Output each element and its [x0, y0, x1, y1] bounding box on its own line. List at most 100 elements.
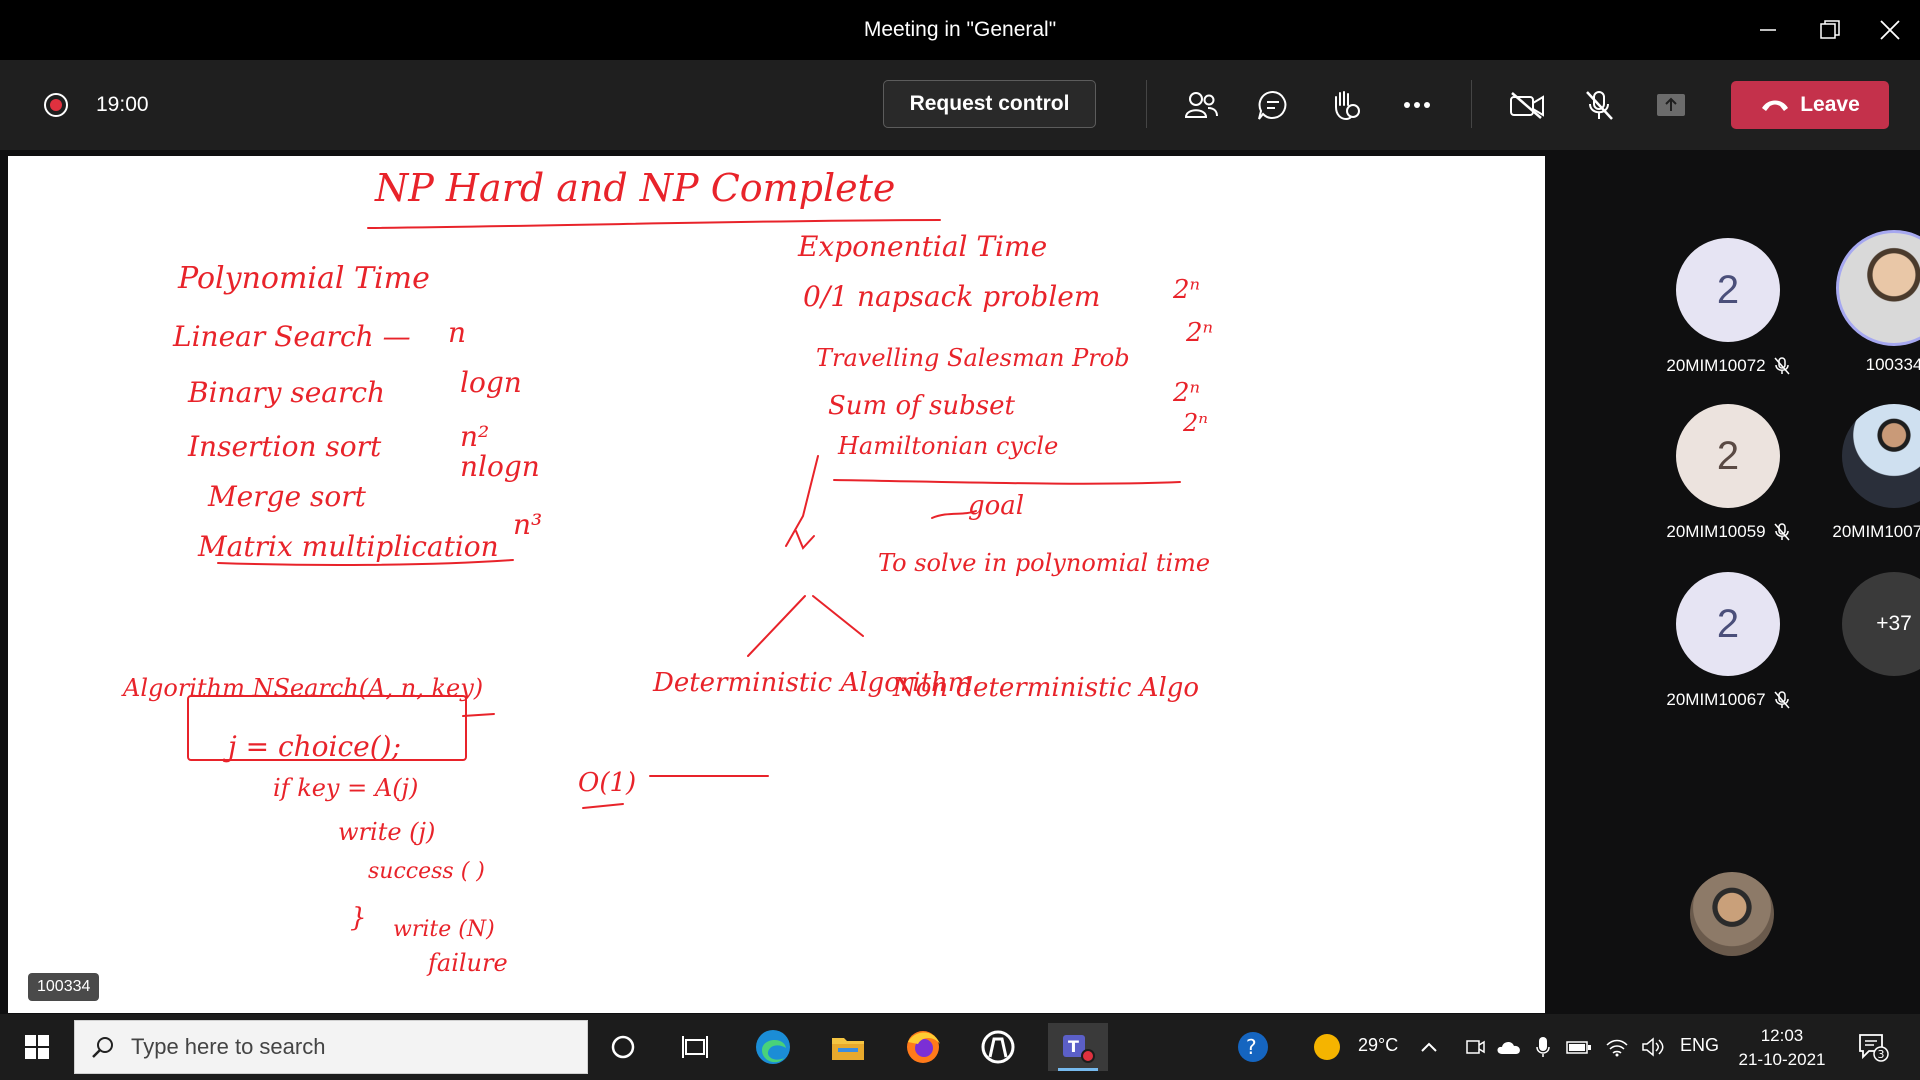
participant-tile[interactable]: 100334 — [1814, 230, 1920, 375]
exp-title: Exponential Time — [797, 230, 1047, 263]
notification-icon: 3 — [1859, 1034, 1889, 1062]
clock-time: 12:03 — [1760, 1026, 1804, 1045]
mic-off-icon — [1774, 691, 1790, 709]
poly-algo: Merge sort — [207, 480, 367, 513]
recording-icon — [44, 93, 68, 117]
tray-wifi[interactable] — [1600, 1023, 1634, 1071]
notification-count: 3 — [1878, 1048, 1885, 1061]
avatar: 2 — [1676, 572, 1780, 676]
file-explorer-icon — [832, 1038, 864, 1060]
edge-icon — [756, 1030, 790, 1064]
camera-off-icon — [1510, 92, 1544, 119]
show-hidden-icons-button[interactable] — [1414, 1023, 1444, 1071]
toolbar-divider — [1471, 80, 1472, 128]
app-icon — [981, 1030, 1015, 1064]
taskbar-edge[interactable] — [748, 1023, 798, 1071]
mic-off-icon — [1586, 91, 1613, 120]
share-tray-icon — [1657, 94, 1685, 116]
choice-line: j = choice(); — [222, 730, 401, 763]
volume-icon — [1642, 1037, 1664, 1057]
exp-algo: Travelling Salesman Prob — [816, 344, 1130, 372]
taskbar-file-explorer[interactable] — [823, 1023, 873, 1071]
clock-date: 21-10-2021 — [1738, 1050, 1826, 1069]
svg-text:T: T — [1068, 1037, 1079, 1056]
input-language[interactable]: ENG — [1680, 1035, 1719, 1056]
share-tray-button[interactable] — [1648, 82, 1694, 128]
participants-button[interactable] — [1178, 82, 1224, 128]
participant-tile[interactable]: 20MIM10074 — [1814, 404, 1920, 542]
cortana-button[interactable] — [598, 1023, 648, 1071]
restore-icon — [1820, 20, 1840, 39]
cloud-icon — [1497, 1041, 1520, 1054]
search-icon — [92, 1037, 113, 1058]
whiteboard-ink: NP Hard and NP Complete Polynomial Time … — [121, 166, 1213, 977]
weather-widget[interactable] — [1302, 1023, 1352, 1071]
tray-volume[interactable] — [1636, 1023, 1670, 1071]
cortana-icon — [611, 1035, 635, 1059]
participant-name-row: 20MIM10072 — [1648, 356, 1808, 376]
mic-toggle-button[interactable] — [1576, 82, 1622, 128]
poly-algo: Binary search — [187, 376, 385, 409]
participant-name: 20MIM10072 — [1666, 356, 1766, 375]
heading: NP Hard and NP Complete — [374, 166, 895, 210]
poly-cost: n — [448, 316, 466, 349]
minimize-button[interactable] — [1738, 10, 1798, 50]
poly-cost: n³ — [513, 508, 542, 541]
temperature: 29°C — [1358, 1035, 1399, 1055]
taskbar-app[interactable] — [973, 1023, 1023, 1071]
participants-icon — [1184, 92, 1218, 118]
code-line: write (j) — [338, 818, 435, 846]
poly-algo: Matrix multiplication — [197, 530, 499, 563]
title-bar: Meeting in "General" — [0, 0, 1920, 60]
task-view-button[interactable] — [670, 1023, 720, 1071]
sun-icon — [1314, 1034, 1340, 1060]
participant-name-row: 100334 — [1814, 355, 1920, 375]
chat-button[interactable] — [1250, 82, 1296, 128]
participant-name: 20MIM10059 — [1666, 522, 1766, 541]
nondeterministic-label: Non deterministic Algo — [892, 673, 1199, 703]
more-participants-tile[interactable]: +37 — [1814, 572, 1920, 676]
avatar: 2 — [1676, 238, 1780, 342]
participant-tile[interactable]: 2 20MIM10072 — [1648, 238, 1808, 376]
taskbar-teams[interactable]: T — [1048, 1023, 1108, 1071]
close-button[interactable] — [1860, 10, 1920, 50]
avatar — [1842, 404, 1920, 508]
taskbar-firefox[interactable] — [898, 1023, 948, 1071]
toolbar-divider — [1146, 80, 1147, 128]
taskbar-search-box[interactable]: Type here to search — [74, 1020, 588, 1074]
meeting-toolbar: 19:00 Request control Leave — [0, 60, 1920, 150]
poly-title: Polynomial Time — [177, 261, 430, 296]
mic-off-icon — [1774, 523, 1790, 541]
more-options-button[interactable] — [1394, 82, 1440, 128]
poly-cost: logn — [460, 366, 522, 399]
self-video-preview[interactable] — [1690, 872, 1774, 956]
exp-algo: 0/1 napsack problem — [803, 280, 1100, 313]
camera-toggle-button[interactable] — [1504, 82, 1550, 128]
maximize-button[interactable] — [1800, 10, 1860, 50]
microphone-icon — [1536, 1037, 1550, 1057]
tray-microphone[interactable] — [1526, 1023, 1560, 1071]
notifications-button[interactable]: 3 — [1848, 1023, 1898, 1071]
help-tray-button[interactable]: ? — [1228, 1023, 1278, 1071]
battery-icon — [1566, 1041, 1591, 1054]
tray-meet-now[interactable] — [1458, 1023, 1492, 1071]
more-options-icon — [1404, 102, 1430, 108]
tray-onedrive[interactable] — [1492, 1023, 1526, 1071]
request-control-button[interactable]: Request control — [883, 80, 1096, 128]
participant-name: 100334 — [1865, 355, 1920, 374]
poly-cost: nlogn — [460, 450, 540, 483]
poly-cost: n² — [460, 420, 489, 453]
participant-tile[interactable]: 2 20MIM10059 — [1648, 404, 1808, 542]
raise-hand-button[interactable] — [1322, 82, 1368, 128]
firefox-icon — [907, 1031, 940, 1063]
avatar: 2 — [1676, 404, 1780, 508]
taskbar: Type here to search T ? 29°C ENG 12:03 2… — [0, 1014, 1920, 1080]
meet-now-icon — [1466, 1040, 1485, 1054]
tray-battery[interactable] — [1562, 1023, 1596, 1071]
participant-name-row: 20MIM10059 — [1648, 522, 1808, 542]
code-line: write (N) — [393, 917, 495, 942]
start-button[interactable] — [12, 1023, 62, 1071]
leave-button[interactable]: Leave — [1731, 81, 1889, 129]
system-clock[interactable]: 12:03 21-10-2021 — [1732, 1024, 1832, 1072]
participant-tile[interactable]: 2 20MIM10067 — [1648, 572, 1808, 710]
